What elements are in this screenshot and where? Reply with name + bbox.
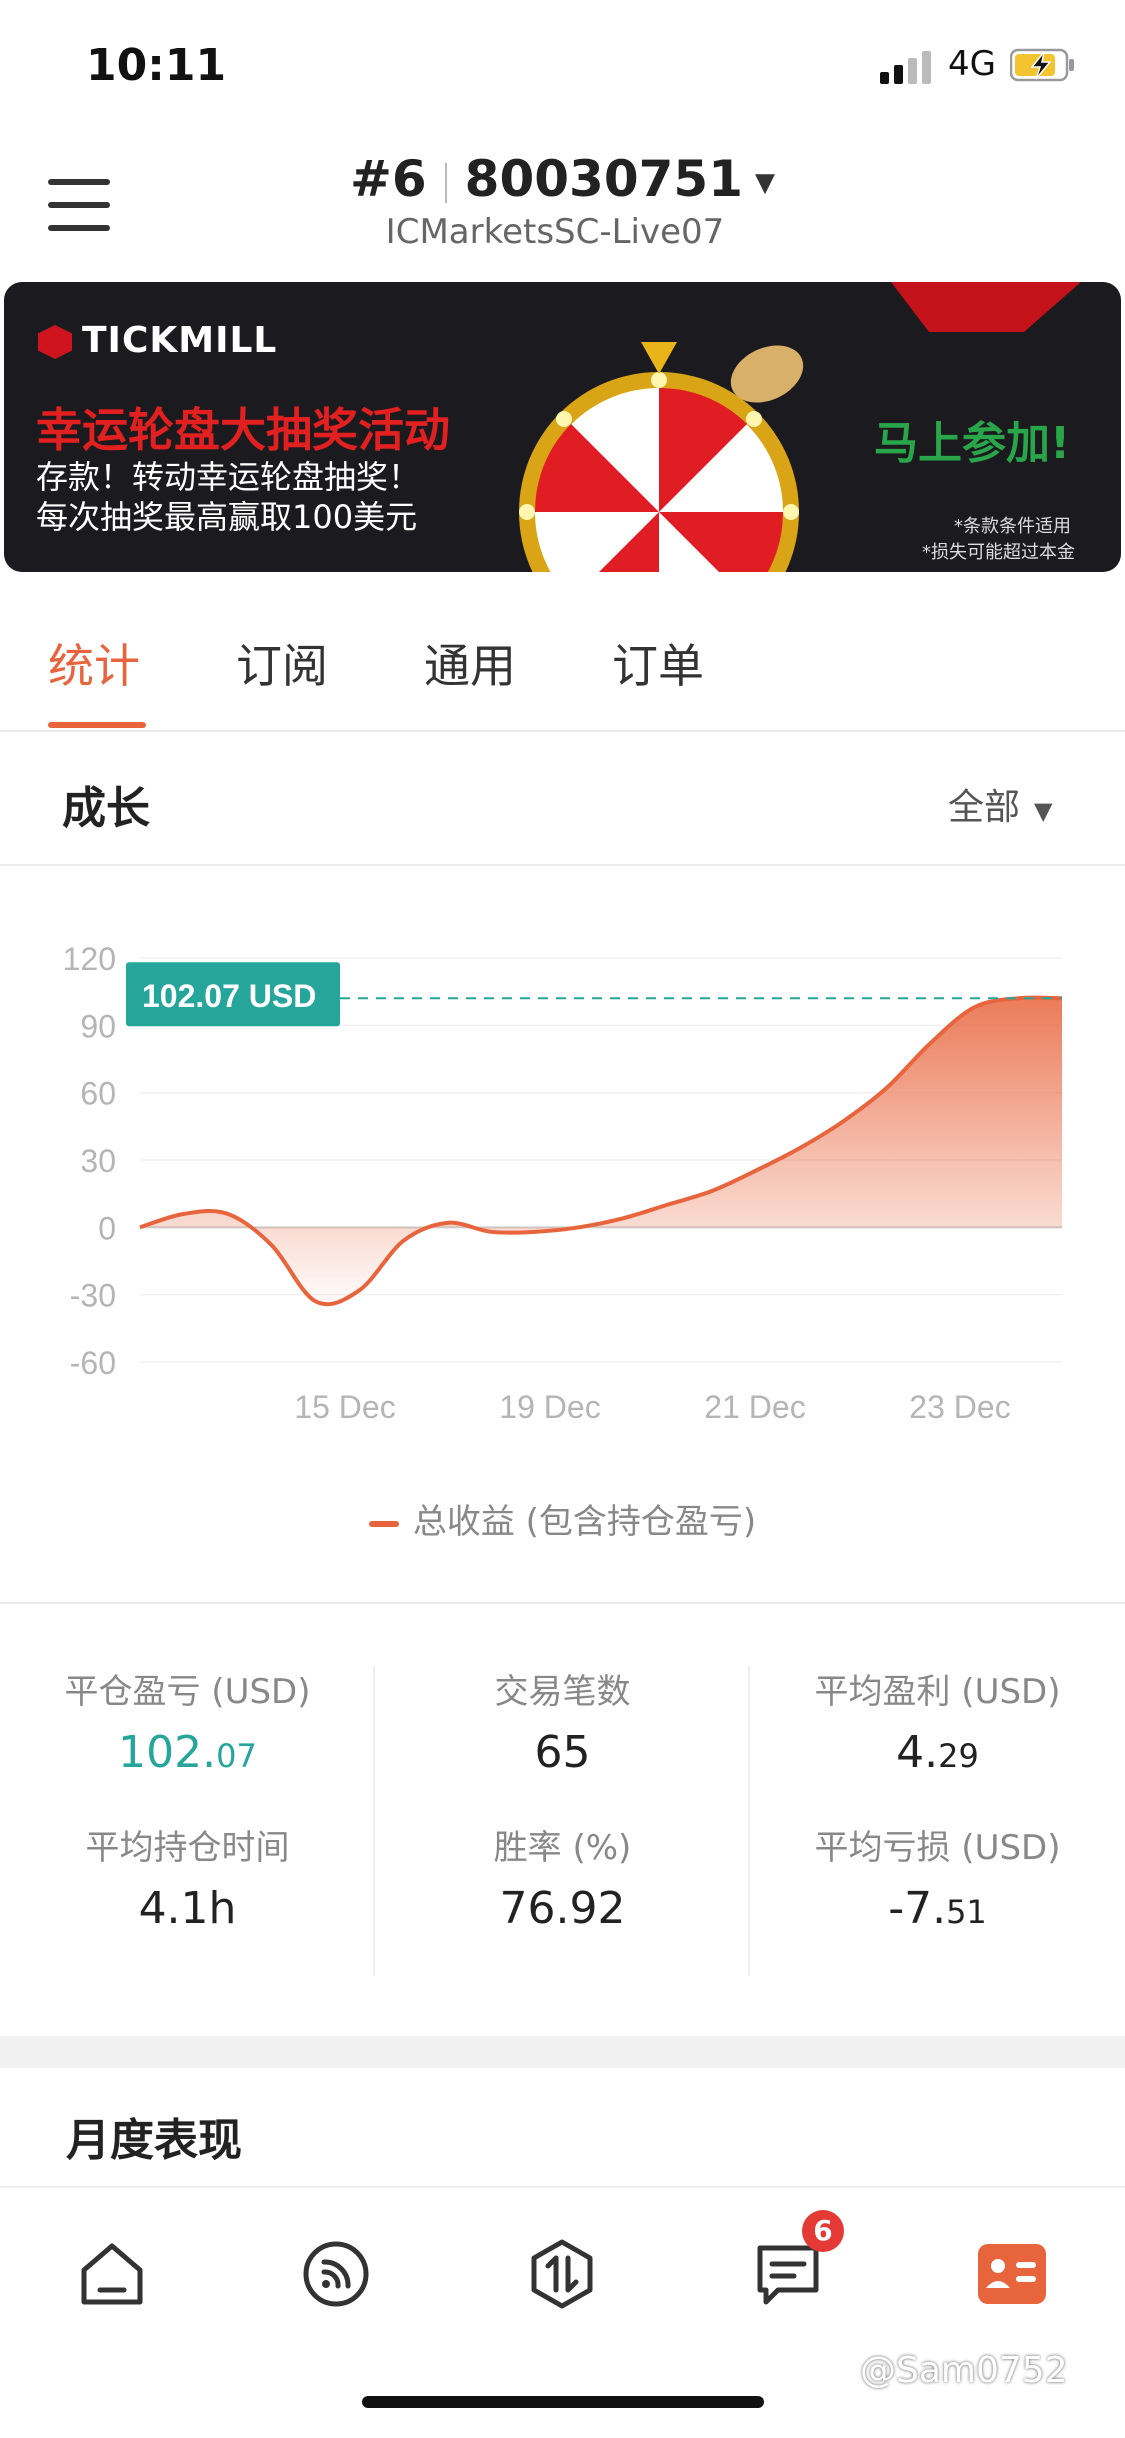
y-tick-label: 30 [80,1143,116,1179]
growth-title: 成长 [62,783,150,834]
caret-down-icon: ▼ [1034,797,1053,825]
home-indicator[interactable] [362,2396,764,2408]
trade-icon[interactable] [522,2234,602,2314]
stat-value: -7.51 [888,1883,987,1934]
stat-avg-profit: 平均盈利 (USD) 4.29 [750,1664,1125,1778]
caret-down-icon: ▼ [755,167,775,198]
chart-legend: 总收益 (包含持仓盈亏) [0,1494,1125,1543]
brand-logo: TICKMILL [38,320,277,361]
home-icon[interactable] [72,2234,152,2314]
y-tick-label: 60 [80,1076,116,1112]
current-value-label: 102.07 USD [126,962,340,1027]
stat-label: 平均持仓时间 [85,1828,290,1868]
tab-bar: 统计 订阅 通用 订单 [0,600,1125,730]
account-selector[interactable]: #6 80030751 ▼ [0,150,1125,208]
svg-text:102.07 USD: 102.07 USD [142,978,316,1014]
watermark: @Sam0752 [860,2350,1068,2391]
unread-badge: 6 [802,2210,844,2252]
stat-label: 平均盈利 (USD) [814,1672,1061,1712]
tab-orders[interactable]: 订单 [612,630,704,696]
legend-swatch [368,1520,399,1527]
stat-avg-hold-time: 平均持仓时间 4.1h [0,1820,375,1934]
y-tick-label: -60 [70,1345,116,1381]
promo-banner[interactable]: TICKMILL 幸运轮盘大抽奖活动 存款！转动幸运轮盘抽奖！ 每次抽奖最高赢取… [4,282,1121,572]
risk-note: *损失可能超过本金 [922,542,1075,563]
stat-trade-count: 交易笔数 65 [375,1664,750,1778]
account-card-icon[interactable] [972,2234,1052,2314]
active-tab-indicator [48,722,146,728]
stat-value: 76.92 [499,1883,626,1934]
stat-label: 胜率 (%) [493,1828,632,1868]
cellular-signal-icon [880,51,931,84]
terms-note: *条款条件适用 [954,516,1071,537]
status-time: 10:11 [86,40,227,91]
x-tick-label: 15 Dec [294,1389,395,1425]
stat-win-rate: 胜率 (%) 76.92 [375,1820,750,1934]
growth-chart: 120 90 60 30 0 -30 -60 15 Dec 19 Dec 21 Dec 23 De… [63,941,1063,1425]
stat-label: 交易笔数 [494,1672,631,1712]
area-fill [140,997,1062,1305]
stat-value: 102.07 [118,1727,257,1778]
y-tick-label: 0 [98,1210,116,1246]
battery-charging-icon [1010,48,1074,82]
banner-title: 幸运轮盘大抽奖活动 [36,403,450,457]
stat-label: 平均亏损 (USD) [814,1828,1061,1868]
stat-avg-loss: 平均亏损 (USD) -7.51 [750,1820,1125,1934]
tab-subscriptions[interactable]: 订阅 [236,630,328,696]
period-filter[interactable]: 全部 ▼ [948,778,1052,830]
tab-statistics[interactable]: 统计 [48,630,140,696]
server-name: ICMarketsSC-Live07 [385,212,725,252]
x-tick-label: 23 Dec [909,1389,1010,1425]
y-tick-label: -30 [70,1278,116,1314]
account-number: 80030751 [464,150,743,208]
stat-value: 65 [534,1727,591,1778]
section-separator [0,2036,1125,2068]
account-index: #6 [349,150,427,208]
join-now-button[interactable]: 马上参加! [874,407,1070,471]
signal-feed-icon[interactable] [296,2234,376,2314]
y-tick-label: 90 [80,1008,116,1044]
stat-value: 4.29 [896,1727,979,1778]
prize-wheel-icon [519,342,804,572]
stat-value: 4.1h [138,1883,237,1934]
stat-closed-pnl: 平仓盈亏 (USD) 102.07 [0,1664,375,1778]
x-tick-label: 19 Dec [499,1389,600,1425]
banner-line: 每次抽奖最高赢取100美元 [36,498,418,536]
network-type: 4G [948,44,996,84]
y-tick-label: 120 [63,941,116,977]
stat-label: 平仓盈亏 (USD) [64,1672,311,1712]
x-tick-label: 21 Dec [704,1389,805,1425]
monthly-performance-title: 月度表现 [66,2115,242,2166]
tab-general[interactable]: 通用 [424,630,516,696]
